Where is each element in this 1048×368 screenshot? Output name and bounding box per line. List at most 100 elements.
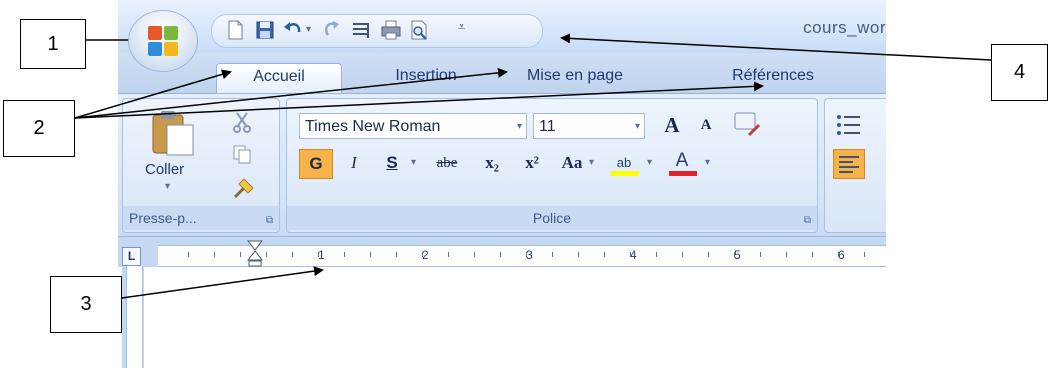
superscript-button[interactable]: x² bbox=[515, 149, 549, 177]
ruler-tick bbox=[838, 252, 839, 257]
ribbon: Coller ▾ Presse-p... ⧉ Times New Roman ▾… bbox=[118, 93, 886, 237]
ruler-tick bbox=[370, 252, 371, 257]
paragraph-mark-icon[interactable] bbox=[350, 19, 372, 41]
horizontal-ruler[interactable]: 1 2 3 4 5 6 bbox=[158, 240, 886, 267]
ruler-tick bbox=[812, 252, 813, 257]
vertical-ruler[interactable] bbox=[126, 266, 143, 368]
ruler-tick bbox=[240, 252, 241, 257]
indent-marker-icon[interactable] bbox=[246, 239, 264, 267]
highlight-dropdown-icon[interactable]: ▾ bbox=[647, 157, 652, 168]
ruler-number: 2 bbox=[422, 248, 429, 262]
ruler-number: 3 bbox=[526, 248, 533, 262]
office-button[interactable] bbox=[129, 11, 197, 71]
ruler-tick bbox=[734, 252, 735, 257]
qat-dropdown-icon[interactable]: ⩡ bbox=[458, 20, 465, 35]
shrink-font-button[interactable]: A bbox=[693, 111, 719, 139]
ribbon-tab-bar: Accueil Insertion Mise en page Référence… bbox=[118, 53, 886, 94]
format-painter-icon[interactable] bbox=[231, 175, 257, 201]
ruler-tick bbox=[630, 252, 631, 257]
tab-insertion[interactable]: Insertion bbox=[366, 63, 486, 93]
paste-icon[interactable] bbox=[147, 107, 199, 159]
clear-formatting-icon[interactable] bbox=[733, 111, 763, 139]
ruler-tick bbox=[292, 252, 293, 257]
clipboard-group: Coller ▾ Presse-p... ⧉ bbox=[122, 98, 280, 233]
bullets-icon[interactable] bbox=[835, 113, 865, 137]
cut-icon[interactable] bbox=[231, 111, 253, 133]
ruler-tick bbox=[786, 252, 787, 257]
ruler-tick bbox=[214, 252, 215, 257]
print-preview-icon[interactable] bbox=[408, 19, 430, 41]
underline-dropdown-icon[interactable]: ▾ bbox=[411, 157, 416, 168]
font-launcher-icon[interactable]: ⧉ bbox=[804, 215, 811, 226]
callout-2: 2 bbox=[3, 100, 75, 157]
new-doc-icon[interactable] bbox=[224, 19, 246, 41]
paragraph-group bbox=[824, 98, 886, 233]
subscript-button[interactable]: x₂ bbox=[475, 149, 509, 177]
tab-mise-en-page[interactable]: Mise en page bbox=[502, 63, 648, 93]
font-size-field[interactable]: 11 ▾ bbox=[533, 113, 645, 139]
ruler-number: 6 bbox=[838, 248, 845, 262]
ruler-number: 4 bbox=[630, 248, 637, 262]
clipboard-launcher-icon[interactable]: ⧉ bbox=[266, 215, 273, 226]
paste-label[interactable]: Coller bbox=[145, 161, 184, 178]
underline-button[interactable]: S bbox=[377, 149, 407, 177]
tab-references[interactable]: Références bbox=[708, 63, 838, 93]
undo-icon[interactable] bbox=[282, 19, 304, 41]
callout-4: 4 bbox=[991, 44, 1048, 101]
ruler-tick bbox=[864, 252, 865, 257]
ruler-tick bbox=[760, 252, 761, 257]
font-color-bar bbox=[669, 171, 697, 176]
font-group-label: Police bbox=[287, 206, 817, 230]
redo-icon[interactable] bbox=[320, 19, 342, 41]
ruler-tick bbox=[266, 252, 267, 257]
ruler-tick bbox=[396, 252, 397, 257]
ruler-tick bbox=[552, 252, 553, 257]
tab-accueil[interactable]: Accueil bbox=[216, 63, 342, 94]
clipboard-group-label: Presse-p... bbox=[123, 206, 279, 230]
ruler-tick bbox=[318, 252, 319, 257]
undo-dropdown-icon[interactable]: ▾ bbox=[306, 24, 311, 35]
highlight-color-bar bbox=[611, 171, 639, 176]
font-group: Times New Roman ▾ 11 ▾ A A G I S ▾ abe x… bbox=[286, 98, 818, 233]
title-bar: ▾ ⩡ cours_wor bbox=[118, 0, 886, 53]
change-case-button[interactable]: Aa bbox=[555, 149, 589, 177]
ruler-tick bbox=[656, 252, 657, 257]
print-icon[interactable] bbox=[380, 19, 402, 41]
copy-icon[interactable] bbox=[231, 143, 253, 165]
ruler-tick bbox=[708, 252, 709, 257]
callout-3: 3 bbox=[50, 276, 122, 333]
paste-dropdown-icon[interactable]: ▾ bbox=[165, 181, 170, 192]
italic-button[interactable]: I bbox=[339, 149, 369, 177]
ruler-number: 1 bbox=[318, 248, 325, 262]
font-size-value: 11 bbox=[539, 118, 556, 135]
font-name-field[interactable]: Times New Roman ▾ bbox=[299, 113, 527, 139]
word-window: ▾ ⩡ cours_wor Accueil Insertion Mise en … bbox=[118, 0, 886, 368]
save-icon[interactable] bbox=[254, 19, 276, 41]
document-title: cours_wor bbox=[803, 18, 886, 37]
quick-access-toolbar: ▾ ⩡ bbox=[211, 14, 543, 48]
ruler-tick bbox=[422, 252, 423, 257]
ruler-tick bbox=[474, 252, 475, 257]
change-case-dropdown-icon[interactable]: ▾ bbox=[589, 157, 594, 168]
office-button-icon bbox=[148, 26, 178, 56]
ruler-tick bbox=[188, 252, 189, 257]
strikethrough-button[interactable]: abe bbox=[427, 149, 467, 177]
bold-button[interactable]: G bbox=[299, 149, 333, 179]
ruler-tick bbox=[604, 252, 605, 257]
tab-selector-button[interactable]: L bbox=[122, 247, 141, 266]
font-color-dropdown-icon[interactable]: ▾ bbox=[705, 157, 710, 168]
ruler-tick bbox=[500, 252, 501, 257]
font-name-dropdown-icon[interactable]: ▾ bbox=[517, 114, 522, 140]
highlight-button[interactable]: ab bbox=[609, 149, 649, 179]
ruler-bar: L 1 2 3 4 5 6 bbox=[118, 236, 886, 267]
font-color-button[interactable]: A bbox=[667, 149, 707, 179]
align-left-icon[interactable] bbox=[833, 149, 865, 179]
grow-font-button[interactable]: A bbox=[657, 111, 687, 139]
callout-1: 1 bbox=[20, 19, 86, 69]
vertical-ruler-frame bbox=[122, 266, 144, 368]
ruler-tick bbox=[448, 252, 449, 257]
ruler-tick bbox=[682, 252, 683, 257]
ruler-number: 5 bbox=[734, 248, 741, 262]
font-size-dropdown-icon[interactable]: ▾ bbox=[635, 114, 640, 140]
ruler-tick bbox=[526, 252, 527, 257]
